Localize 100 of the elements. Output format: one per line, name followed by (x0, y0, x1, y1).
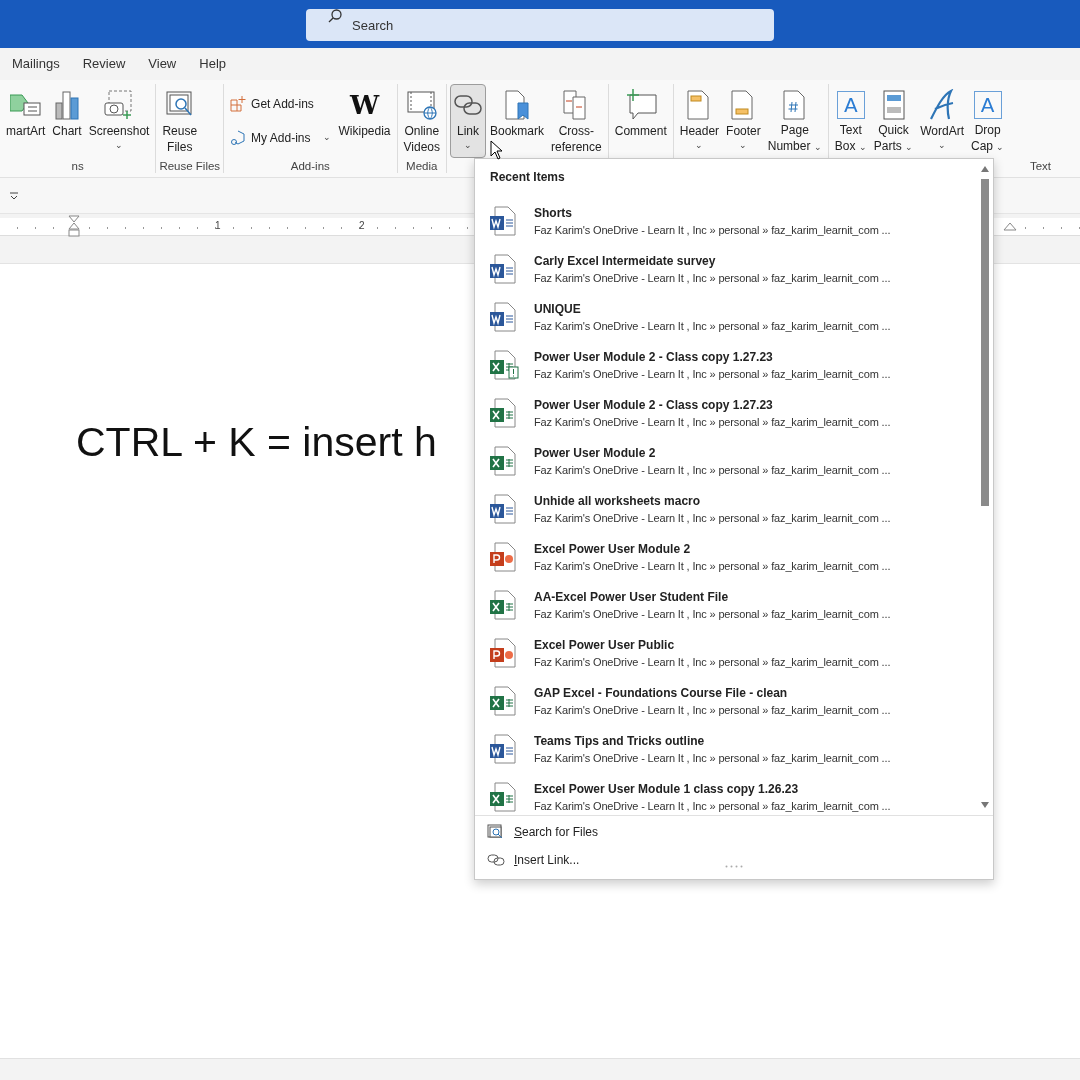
recent-file-item[interactable]: Shorts Faz Karim's OneDrive - Learn It , Inc » personal » faz_karim_learnit_com ... (475, 197, 975, 245)
file-path: Faz Karim's OneDrive - Learn It , Inc » personal » faz_karim_learnit_com ... (534, 270, 891, 286)
recent-file-item[interactable]: UNIQUE Faz Karim's OneDrive - Learn It , Inc » personal » faz_karim_learnit_com ... (475, 293, 975, 341)
file-name: Power User Module 2 - Class copy 1.27.23 (534, 348, 774, 366)
ribbon-button[interactable]: Quick Parts ⌄ (870, 84, 917, 158)
group-label: Reuse Files (159, 159, 221, 174)
indent-marker-icon[interactable] (68, 215, 80, 237)
resize-grip-icon[interactable] (725, 865, 743, 869)
ribbon-button[interactable]: Reuse Files (159, 84, 201, 158)
file-path: Faz Karim's OneDrive - Learn It , Inc » personal » faz_karim_learnit_com ... (534, 510, 891, 526)
menu-action[interactable]: Insert Link... (475, 846, 586, 874)
add-grid-icon (230, 96, 247, 112)
search-field[interactable]: Search (306, 9, 774, 41)
hexagon-shapes-icon (230, 130, 247, 146)
ribbon-button[interactable]: Online Videos (400, 84, 443, 158)
word-file-icon (489, 733, 519, 765)
search-files-icon (487, 824, 505, 840)
menu-heading: Recent Items (489, 169, 566, 186)
recent-file-item[interactable]: AA-Excel Power User Student File Faz Karim's OneDrive - Learn It , Inc » personal » faz_karim_learnit_com ... (475, 581, 975, 629)
ribbon-button[interactable]: Link ⌄ (450, 84, 486, 158)
recent-file-item[interactable]: Power User Module 2 - Class copy 1.27.23 Faz Karim's OneDrive - Learn It , Inc » personal » faz_karim_learnit_com ... (475, 389, 975, 437)
ribbon-button[interactable]: Bookmark (487, 84, 547, 158)
ribbon-button[interactable]: Comment (611, 84, 670, 158)
group-label: ns (70, 159, 85, 174)
scroll-down-icon[interactable] (980, 801, 990, 809)
word-file-icon (489, 493, 519, 525)
file-name: Power User Module 2 - Class copy 1.27.23 (534, 396, 774, 414)
chain-link-icon (487, 853, 505, 867)
ribbon-button[interactable]: Footer ⌄ (723, 84, 764, 158)
file-name: Excel Power User Module 2 (534, 540, 692, 558)
ruler-number: 2 (359, 219, 365, 233)
group-label: Media (405, 159, 439, 174)
film-globe-icon (405, 89, 438, 121)
excel-file-alert-icon (489, 349, 519, 381)
file-path: Faz Karim's OneDrive - Learn It , Inc » personal » faz_karim_learnit_com ... (534, 702, 891, 718)
group-label: Text (1029, 159, 1051, 174)
ribbon-tab[interactable]: Review (82, 54, 126, 74)
file-path: Faz Karim's OneDrive - Learn It , Inc » personal » faz_karim_learnit_com ... (534, 414, 891, 430)
file-path: Faz Karim's OneDrive - Learn It , Inc » personal » faz_karim_learnit_com ... (534, 462, 891, 478)
recent-file-item[interactable]: Excel Power User Module 1 class copy 1.26.23 Faz Karim's OneDrive - Learn It , Inc » personal » faz_karim_learnit_com ... (475, 773, 975, 821)
excel-file-icon (489, 685, 519, 717)
ribbon-tab[interactable]: Mailings (12, 54, 60, 74)
file-name: GAP Excel - Foundations Course File - clean (534, 684, 789, 702)
ribbon-button[interactable]: Get Add-ins (227, 91, 335, 117)
scroll-up-icon[interactable] (980, 165, 990, 173)
bar-chart-icon (53, 89, 81, 121)
word-file-icon (489, 253, 519, 285)
file-path: Faz Karim's OneDrive - Learn It , Inc » personal » faz_karim_learnit_com ... (534, 318, 891, 334)
file-path: Faz Karim's OneDrive - Learn It , Inc » personal » faz_karim_learnit_com ... (534, 366, 891, 382)
ribbon-button[interactable]: Cross- reference (548, 84, 605, 158)
ribbon-tab[interactable]: View (148, 54, 177, 74)
file-path: Faz Karim's OneDrive - Learn It , Inc » personal » faz_karim_learnit_com ... (534, 222, 891, 238)
file-name: Teams Tips and Tricks outline (534, 732, 706, 750)
indent-marker-icon[interactable] (1003, 222, 1017, 231)
file-name: Excel Power User Module 1 class copy 1.26.23 (534, 780, 800, 798)
ribbon-button[interactable]: W Wikipedia (335, 84, 394, 158)
recent-file-item[interactable]: Power User Module 2 - Class copy 1.27.23 Faz Karim's OneDrive - Learn It , Inc » personal » faz_karim_learnit_com ... (475, 341, 975, 389)
ribbon-button[interactable]: A Drop Cap ⌄ (968, 84, 1008, 158)
recent-file-item[interactable]: Unhide all worksheets macro Faz Karim's OneDrive - Learn It , Inc » personal » faz_karim_learnit_com ... (475, 485, 975, 533)
file-name: Shorts (534, 204, 573, 222)
ribbon-button[interactable]: Screenshot ⌄ (85, 84, 153, 158)
file-name: AA-Excel Power User Student File (534, 588, 730, 606)
recent-file-item[interactable]: Power User Module 2 Faz Karim's OneDrive - Learn It , Inc » personal » faz_karim_learnit_com ... (475, 437, 975, 485)
powerpoint-file-icon (489, 541, 519, 573)
file-path: Faz Karim's OneDrive - Learn It , Inc » personal » faz_karim_learnit_com ... (534, 654, 891, 670)
recent-file-item[interactable]: GAP Excel - Foundations Course File - clean Faz Karim's OneDrive - Learn It , Inc » personal » faz_karim_learnit_com ... (475, 677, 975, 725)
ribbon-tab[interactable]: Help (199, 54, 226, 74)
customize-toolbar-icon[interactable] (9, 190, 19, 201)
word-file-icon (489, 301, 519, 333)
file-name: Excel Power User Public (534, 636, 676, 654)
file-path: Faz Karim's OneDrive - Learn It , Inc » personal » faz_karim_learnit_com ... (534, 558, 891, 574)
recent-file-item[interactable]: Carly Excel Intermeidate survey Faz Karim's OneDrive - Learn It , Inc » personal » faz_karim_learnit_com ... (475, 245, 975, 293)
recent-file-item[interactable]: Excel Power User Module 2 Faz Karim's OneDrive - Learn It , Inc » personal » faz_karim_learnit_com ... (475, 533, 975, 581)
ribbon-button[interactable]: A Text Box ⌄ (831, 84, 870, 158)
file-name: Unhide all worksheets macro (534, 492, 702, 510)
recent-file-item[interactable]: Teams Tips and Tricks outline Faz Karim's OneDrive - Learn It , Inc » personal » faz_karim_learnit_com ... (475, 725, 975, 773)
word-file-icon (489, 205, 519, 237)
file-name: Carly Excel Intermeidate survey (534, 252, 717, 270)
file-path: Faz Karim's OneDrive - Learn It , Inc » personal » faz_karim_learnit_com ... (534, 798, 891, 814)
excel-file-icon (489, 397, 519, 429)
recent-file-item[interactable]: Excel Power User Public Faz Karim's OneDrive - Learn It , Inc » personal » faz_karim_learnit_com ... (475, 629, 975, 677)
document-text: CTRL + K = insert h (76, 418, 437, 467)
file-path: Faz Karim's OneDrive - Learn It , Inc » personal » faz_karim_learnit_com ... (534, 606, 891, 622)
bookmark-icon (502, 89, 532, 121)
ribbon-button[interactable]: WordArt ⌄ (917, 84, 967, 158)
excel-file-icon (489, 589, 519, 621)
ruler-number: 1 (215, 219, 221, 233)
ribbon-button[interactable]: My Add-ins ⌄ (227, 125, 335, 151)
file-name: Power User Module 2 (534, 444, 657, 462)
group-label: Add-ins (289, 159, 331, 174)
ribbon-button[interactable]: Header ⌄ (676, 84, 723, 158)
menu-action[interactable]: Search for Files (475, 818, 605, 846)
scrollbar-thumb[interactable] (981, 179, 989, 506)
ribbon-button[interactable]: Chart (49, 84, 85, 158)
file-name: UNIQUE (534, 300, 582, 318)
powerpoint-file-icon (489, 637, 519, 669)
ribbon-button[interactable]: martArt (3, 84, 49, 158)
excel-file-icon (489, 781, 519, 813)
excel-file-icon (489, 445, 519, 477)
ribbon-button[interactable]: Page Number ⌄ (764, 84, 825, 158)
